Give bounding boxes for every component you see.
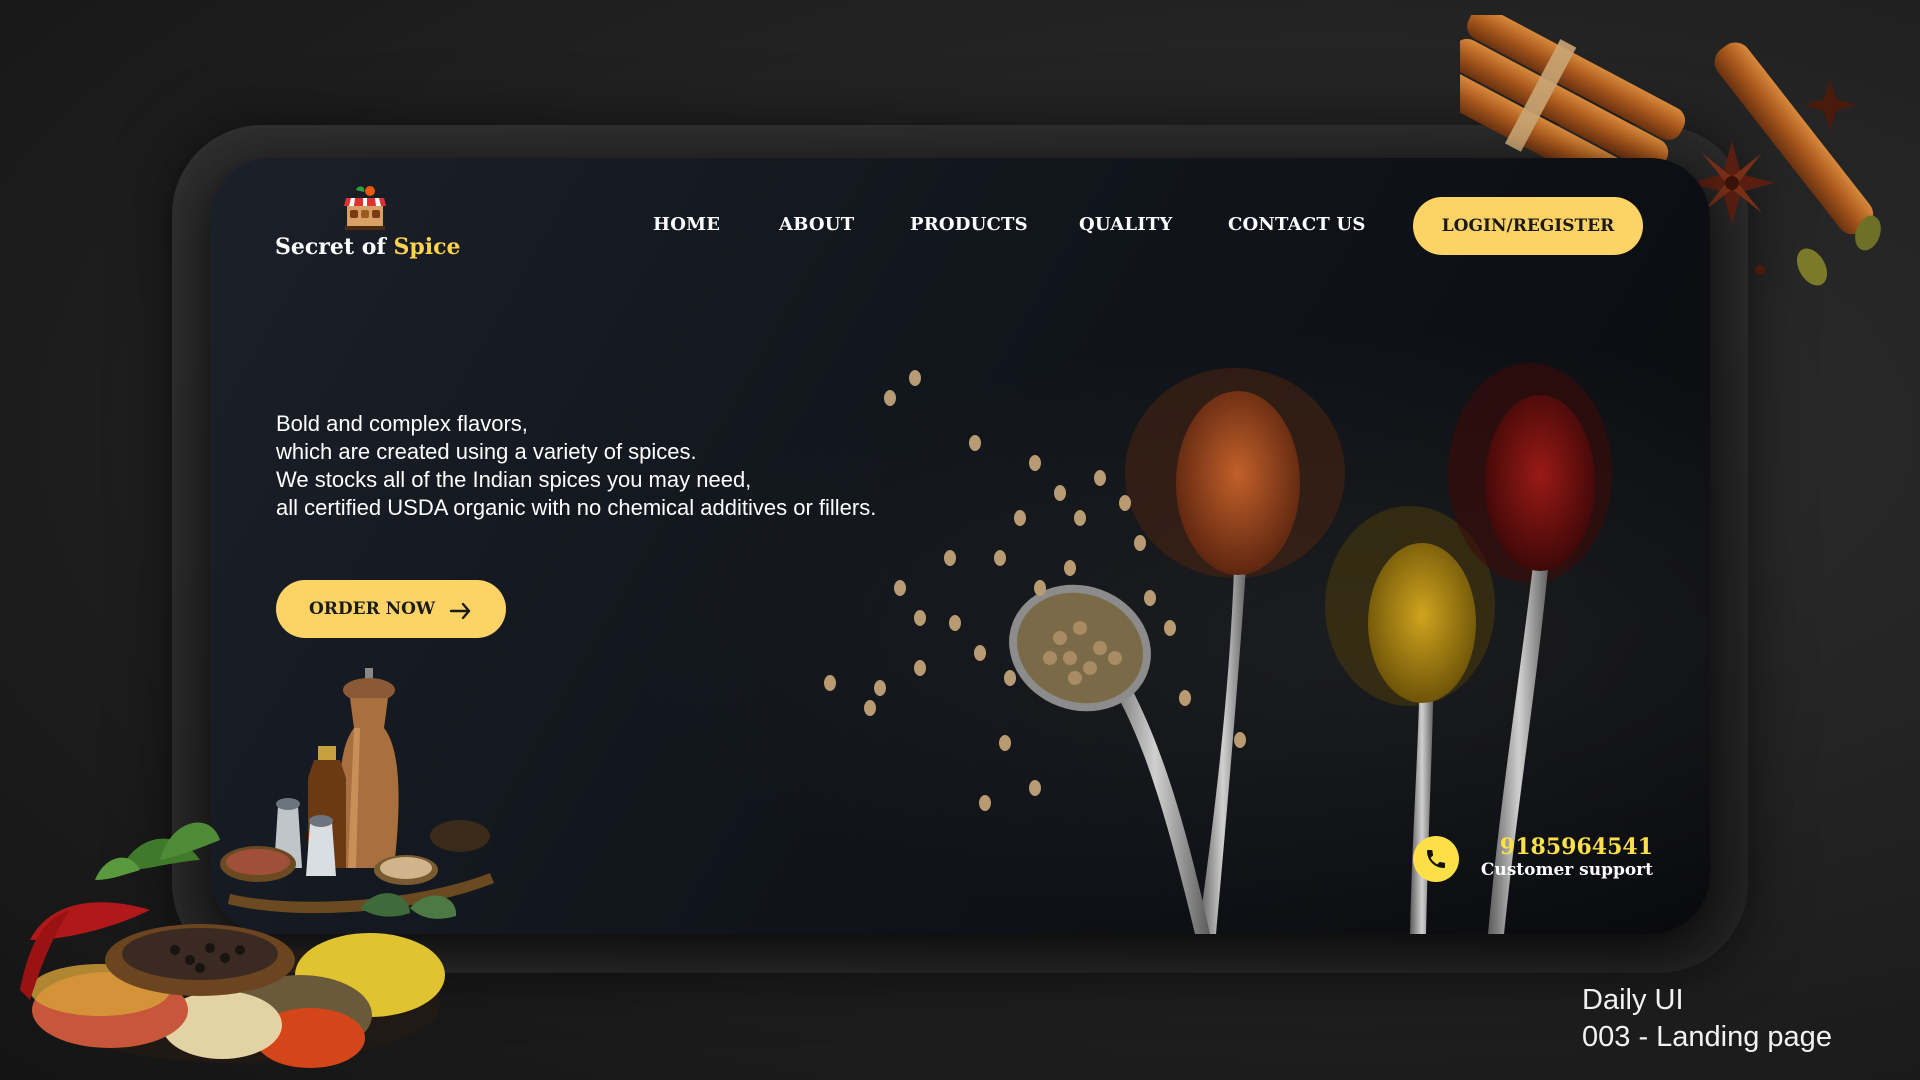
hero-line: all certified USDA organic with no chemi… [276, 495, 877, 520]
hero-description: Bold and complex flavors, which are crea… [276, 410, 876, 522]
spice-shop-icon [344, 186, 386, 230]
brand-name-accent: Spice [393, 234, 461, 260]
support-label: Customer support [1480, 860, 1653, 880]
customer-support[interactable]: 9185964541 Customer support [1413, 834, 1653, 886]
phone-icon [1427, 850, 1445, 868]
brand-name: Secret of Spice [275, 234, 461, 260]
nav-about[interactable]: ABOUT [779, 214, 854, 235]
brand-name-primary: Secret of [275, 234, 394, 260]
hero-line: which are created using a variety of spi… [276, 439, 697, 464]
order-now-button[interactable]: ORDER NOW [276, 580, 506, 638]
phone-button[interactable] [1413, 836, 1459, 882]
support-phone-number[interactable]: 9185964541 [1500, 834, 1653, 860]
hero-line: We stocks all of the Indian spices you m… [276, 467, 752, 492]
nav-home[interactable]: HOME [653, 214, 720, 235]
login-register-button[interactable]: LOGIN/REGISTER [1413, 197, 1643, 255]
caption-subtitle: 003 - Landing page [1582, 1021, 1832, 1053]
nav-contact-us[interactable]: CONTACT US [1228, 214, 1366, 235]
brand-logo[interactable]: Secret of Spice [275, 184, 461, 260]
nav-quality[interactable]: QUALITY [1079, 214, 1173, 235]
arrow-right-icon [449, 602, 471, 619]
hero-line: Bold and complex flavors, [276, 411, 528, 436]
nav-products[interactable]: PRODUCTS [910, 214, 1028, 235]
caption-title: Daily UI [1582, 984, 1684, 1016]
caption: Daily UI 003 - Landing page [1582, 982, 1832, 1056]
spice-pile-image [20, 822, 445, 1068]
order-now-label: ORDER NOW [308, 599, 436, 619]
